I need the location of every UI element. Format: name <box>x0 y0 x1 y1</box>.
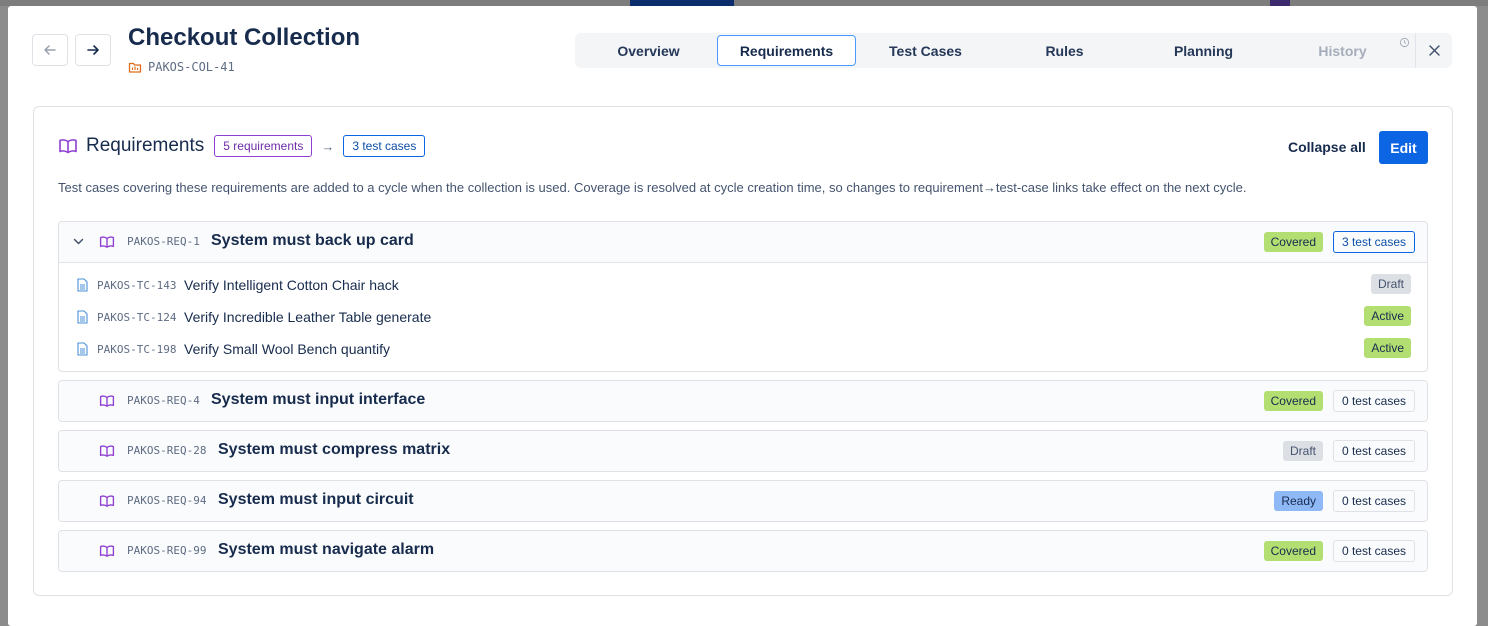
requirements-header: Requirements 5 requirements → 3 test cas… <box>58 135 426 157</box>
test-case-count-badge: 0 test cases <box>1332 490 1415 512</box>
test-case-row[interactable]: PAKOS-TC-143 Verify Intelligent Cotton C… <box>59 269 1427 301</box>
arrow-text: → <box>321 138 335 154</box>
tab-bar: Overview Requirements Test Cases Rules P… <box>575 33 1452 68</box>
requirement-title: System must back up card <box>211 232 414 249</box>
test-case-title: Verify Incredible Leather Table generate <box>184 309 432 325</box>
requirements-count-badge: 5 requirements <box>214 135 313 157</box>
test-case-row[interactable]: PAKOS-TC-124 Verify Incredible Leather T… <box>59 301 1427 333</box>
tab-planning[interactable]: Planning <box>1134 35 1273 66</box>
back-button[interactable] <box>32 34 68 66</box>
test-case-key[interactable]: PAKOS-TC-198 <box>97 343 176 356</box>
edit-button[interactable]: Edit <box>1379 131 1428 164</box>
requirements-description: Test cases covering these requirements a… <box>58 180 1247 195</box>
test-case-status-badge: Active <box>1364 306 1411 326</box>
close-icon <box>1428 45 1440 56</box>
test-case-title: Verify Intelligent Cotton Chair hack <box>184 277 399 293</box>
requirement-header[interactable]: PAKOS-REQ-4 System must input interface … <box>59 381 1427 421</box>
status-badge: Covered <box>1263 232 1323 252</box>
tab-history: History <box>1273 35 1412 66</box>
requirement-icon <box>99 495 115 507</box>
forward-button[interactable] <box>75 34 111 66</box>
collection-key: PAKOS-COL-41 <box>128 60 235 74</box>
requirement-icon <box>99 545 115 557</box>
requirement-header[interactable]: PAKOS-REQ-28 System must compress matrix… <box>59 431 1427 471</box>
requirement-icon <box>99 395 115 407</box>
test-case-count-badge: 0 test cases <box>1332 390 1415 412</box>
requirement-header[interactable]: PAKOS-REQ-99 System must navigate alarm … <box>59 531 1427 571</box>
requirement-row[interactable]: PAKOS-REQ-4 System must input interface … <box>58 380 1428 422</box>
close-button[interactable] <box>1416 33 1452 68</box>
requirements-card: Requirements 5 requirements → 3 test cas… <box>33 106 1453 596</box>
page-title: Checkout Collection <box>128 24 361 51</box>
status-badge: Covered <box>1263 391 1323 411</box>
tab-history-label: History <box>1318 42 1367 59</box>
requirement-key[interactable]: PAKOS-REQ-4 <box>127 394 200 407</box>
test-cases-count-badge: 3 test cases <box>343 135 426 157</box>
collapse-all-button[interactable]: Collapse all <box>1288 139 1366 155</box>
document-icon <box>77 278 88 292</box>
test-case-key[interactable]: PAKOS-TC-143 <box>97 279 176 292</box>
requirement-key[interactable]: PAKOS-REQ-99 <box>127 544 206 557</box>
test-case-count-badge: 0 test cases <box>1332 440 1415 462</box>
chevron-down-icon[interactable] <box>72 235 85 248</box>
collection-key-text: PAKOS-COL-41 <box>148 60 235 74</box>
collection-icon <box>128 62 142 73</box>
document-icon <box>77 310 88 324</box>
requirement-title: System must input circuit <box>218 491 414 508</box>
requirement-title: System must navigate alarm <box>218 541 435 558</box>
requirement-icon <box>99 445 115 457</box>
test-case-list: PAKOS-TC-143 Verify Intelligent Cotton C… <box>59 263 1427 365</box>
requirement-title: System must input interface <box>211 391 426 408</box>
status-badge: Ready <box>1274 491 1323 511</box>
arrow-left-icon <box>44 45 56 55</box>
tab-rules[interactable]: Rules <box>995 35 1134 66</box>
requirement-header[interactable]: PAKOS-REQ-1 System must back up card Cov… <box>59 222 1427 263</box>
requirement-icon <box>99 236 115 248</box>
requirement-key[interactable]: PAKOS-REQ-1 <box>127 235 200 248</box>
arrow-right-icon <box>87 45 99 55</box>
requirement-key[interactable]: PAKOS-REQ-28 <box>127 444 206 457</box>
book-icon <box>59 139 77 154</box>
requirement-row[interactable]: PAKOS-REQ-94 System must input circuit R… <box>58 480 1428 522</box>
tab-requirements[interactable]: Requirements <box>717 35 856 66</box>
tab-test-cases[interactable]: Test Cases <box>856 35 995 66</box>
requirement-key[interactable]: PAKOS-REQ-94 <box>127 494 206 507</box>
status-badge: Covered <box>1263 541 1323 561</box>
requirements-title: Requirements <box>86 135 205 156</box>
requirement-header[interactable]: PAKOS-REQ-94 System must input circuit R… <box>59 481 1427 521</box>
test-case-status-badge: Draft <box>1370 274 1411 294</box>
test-case-row[interactable]: PAKOS-TC-198 Verify Small Wool Bench qua… <box>59 333 1427 365</box>
requirement-title: System must compress matrix <box>218 441 451 458</box>
test-case-key[interactable]: PAKOS-TC-124 <box>97 311 176 324</box>
collection-modal: Checkout Collection PAKOS-COL-41 Overvie… <box>8 6 1477 626</box>
requirement-row[interactable]: PAKOS-REQ-28 System must compress matrix… <box>58 430 1428 472</box>
document-icon <box>77 342 88 356</box>
requirement-row: PAKOS-REQ-1 System must back up card Cov… <box>58 221 1428 372</box>
requirement-row[interactable]: PAKOS-REQ-99 System must navigate alarm … <box>58 530 1428 572</box>
test-case-status-badge: Active <box>1364 338 1411 358</box>
tab-overview[interactable]: Overview <box>579 35 718 66</box>
test-case-count-badge: 3 test cases <box>1332 231 1415 253</box>
test-case-count-badge: 0 test cases <box>1332 540 1415 562</box>
status-badge: Draft <box>1282 441 1323 461</box>
clock-icon <box>1399 37 1410 48</box>
test-case-title: Verify Small Wool Bench quantify <box>184 341 390 357</box>
